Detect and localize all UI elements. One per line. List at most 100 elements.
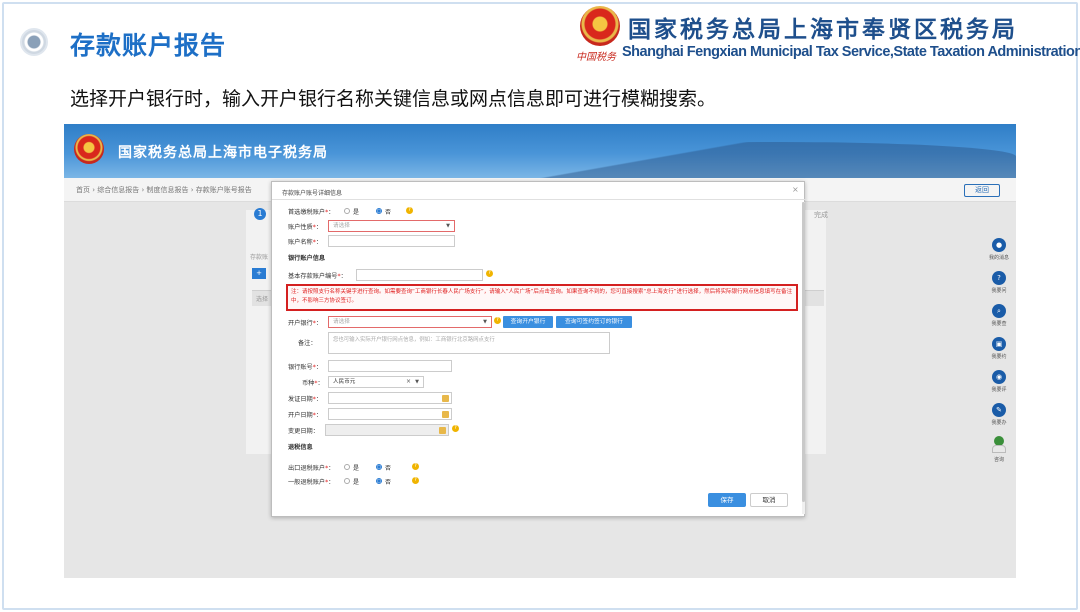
bank-account-input[interactable] <box>328 360 452 372</box>
radio-yes-label: 是 <box>353 465 360 472</box>
calendar-icon <box>439 427 446 434</box>
open-date-label: 开户日期*： <box>288 412 323 419</box>
close-icon[interactable]: × <box>792 185 799 194</box>
basic-account-label: 基本存款账户编号*： <box>288 273 347 280</box>
bg-section-label: 存款账 <box>250 254 269 261</box>
clear-icon: × <box>405 378 411 385</box>
edit-icon: ✎ <box>992 403 1006 417</box>
help-icon[interactable]: ? <box>412 477 419 484</box>
account-nature-label: 账户性质*： <box>288 224 323 231</box>
rail-item-ask[interactable]: ? 我要问 <box>982 271 1016 301</box>
account-name-label: 账户名称*： <box>288 239 323 246</box>
help-icon[interactable]: ? <box>494 317 501 324</box>
chevron-down-icon: ▼ <box>446 223 450 229</box>
export-refund-no-radio[interactable] <box>376 464 382 470</box>
rate-icon: ◉ <box>992 370 1006 384</box>
help-icon[interactable]: ? <box>406 207 413 214</box>
radio-no-label: 否 <box>385 209 392 216</box>
section-refund-info: 退税信息 <box>288 444 313 451</box>
rail-label: 我要约 <box>991 354 1007 360</box>
rail-item-appoint[interactable]: ▣ 我要约 <box>982 337 1016 367</box>
change-date-label: 变更日期： <box>288 428 319 435</box>
cancel-button[interactable]: 取消 <box>750 493 788 507</box>
section-bank-info: 银行账户信息 <box>288 255 326 262</box>
rail-label: 我要办 <box>991 420 1007 426</box>
app-banner: 国家税务总局上海市电子税务局 <box>64 124 1016 178</box>
save-button[interactable]: 保存 <box>708 493 746 507</box>
modal-scrollbar[interactable] <box>802 202 805 514</box>
remark-label: 备注： <box>298 340 317 347</box>
help-icon[interactable]: ? <box>486 270 493 277</box>
open-bank-label: 开户银行*： <box>288 320 323 327</box>
banner-emblem-icon <box>74 134 104 164</box>
rail-item-message[interactable]: ● 我的消息 <box>982 238 1016 268</box>
issue-date-input[interactable] <box>328 392 452 404</box>
step-done-label: 完成 <box>814 211 828 219</box>
radio-no-label: 否 <box>385 479 392 486</box>
calendar-icon <box>442 395 449 402</box>
banner-title: 国家税务总局上海市电子税务局 <box>118 145 328 161</box>
chevron-down-icon: ▼ <box>483 319 487 325</box>
slide-title: 存款账户报告 <box>70 31 227 60</box>
basic-account-input[interactable] <box>356 269 483 281</box>
currency-label: 币种*： <box>302 380 324 387</box>
assistant-label: 咨询 <box>993 457 1004 463</box>
open-bank-select[interactable]: 请选择 ▼ <box>328 316 492 328</box>
modal-title: 存款账户账号详细信息 <box>282 190 343 197</box>
rail-label: 我要查 <box>991 321 1007 327</box>
remark-textarea[interactable]: 您也可输入实际开户银行网点信息，例如：工商银行北京路网点支行 <box>328 332 610 354</box>
rail-item-handle[interactable]: ✎ 我要办 <box>982 403 1016 433</box>
rail-item-query[interactable]: ⌕ 我要查 <box>982 304 1016 334</box>
slide: 存款账户报告 中国税务 国家税务总局上海市奉贤区税务局 Shanghai Fen… <box>0 0 1080 612</box>
app-screenshot: 国家税务总局上海市电子税务局 首页 › 综合信息报告 › 制度信息报告 › 存款… <box>64 124 1016 578</box>
calendar-icon: ▣ <box>992 337 1006 351</box>
question-icon: ? <box>992 271 1006 285</box>
search-icon: ⌕ <box>992 304 1006 318</box>
bg-table-col: 选择 <box>256 296 269 303</box>
right-rail: ● 我的消息 ? 我要问 ⌕ 我要查 ▣ 我要约 ◉ 我要评 ✎ 我要办 咨询 <box>982 238 1016 468</box>
open-date-input[interactable] <box>328 408 452 420</box>
tax-emblem-icon <box>580 6 620 46</box>
rail-label: 我要评 <box>991 387 1007 393</box>
query-signed-bank-button[interactable]: 查询可签约签订的银行 <box>556 316 632 328</box>
help-icon[interactable]: ? <box>412 463 419 470</box>
rail-item-rate[interactable]: ◉ 我要评 <box>982 370 1016 400</box>
change-date-input <box>325 424 449 436</box>
general-refund-no-radio[interactable] <box>376 478 382 484</box>
assistant-avatar-icon[interactable] <box>992 436 1006 454</box>
is-primary-no-radio[interactable] <box>376 208 382 214</box>
brand-name-en: Shanghai Fengxian Municipal Tax Service,… <box>622 44 1080 60</box>
brand-name-cn: 国家税务总局上海市奉贤区税务局 <box>628 17 1018 43</box>
notice-text: 注：请按照支行名称关键字进行查询。如需要查询“工商银行长春人民广场支行”，请输入… <box>291 289 793 304</box>
calendar-icon <box>442 411 449 418</box>
account-detail-modal: 存款账户账号详细信息 × 首选缴税账户*： 是 否 ? 账户性质*： 请选择 ▼ … <box>271 181 806 517</box>
export-refund-yes-radio[interactable] <box>344 464 350 470</box>
account-name-input[interactable] <box>328 235 455 247</box>
export-refund-label: 出口退税账户*： <box>288 465 335 472</box>
back-button[interactable]: 返回 <box>964 184 1000 197</box>
search-notice: 注：请按照支行名称关键字进行查询。如需要查询“工商银行长春人民广场支行”，请输入… <box>286 284 798 311</box>
breadcrumb[interactable]: 首页 › 综合信息报告 › 制度信息报告 › 存款账户账号报告 <box>76 185 252 195</box>
chevron-down-icon: ▼ <box>415 379 419 385</box>
add-button[interactable]: + <box>252 268 266 279</box>
issue-date-label: 发证日期*： <box>288 396 323 403</box>
radio-yes-label: 是 <box>353 479 360 486</box>
query-bank-button[interactable]: 查询开户银行 <box>503 316 553 328</box>
step-indicator: 1 <box>254 208 266 220</box>
slide-subtitle: 选择开户银行时，输入开户银行名称关键信息或网点信息即可进行模糊搜索。 <box>70 88 717 110</box>
message-icon: ● <box>992 238 1006 252</box>
radio-no-label: 否 <box>385 465 392 472</box>
general-refund-label: 一般退税账户*： <box>288 479 335 486</box>
account-nature-select[interactable]: 请选择 ▼ <box>328 220 455 232</box>
currency-select[interactable]: 人民币元 × ▼ <box>328 376 424 388</box>
help-icon[interactable]: ? <box>452 425 459 432</box>
is-primary-yes-radio[interactable] <box>344 208 350 214</box>
bank-account-label: 银行账号*： <box>288 364 323 371</box>
brand-header: 中国税务 国家税务总局上海市奉贤区税务局 Shanghai Fengxian M… <box>576 6 1080 70</box>
is-primary-label: 首选缴税账户*： <box>288 209 335 216</box>
emblem-caption: 中国税务 <box>576 52 616 63</box>
modal-divider <box>272 199 806 200</box>
general-refund-yes-radio[interactable] <box>344 478 350 484</box>
radio-yes-label: 是 <box>353 209 360 216</box>
rail-label: 我要问 <box>991 288 1007 294</box>
